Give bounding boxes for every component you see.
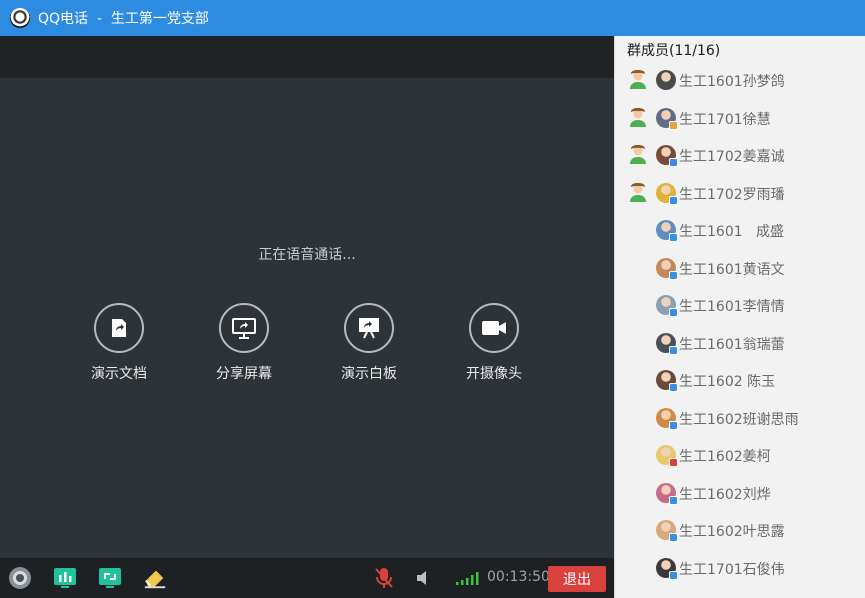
member-avatar xyxy=(656,558,678,580)
eraser-icon[interactable] xyxy=(143,566,167,590)
member-avatar xyxy=(656,220,678,242)
member-row[interactable]: 生工1601李情情 xyxy=(615,287,865,323)
member-name: 生工1601黄语文 xyxy=(679,262,785,278)
whiteboard-button[interactable]: 演示白板 xyxy=(324,303,414,383)
present-document-label: 演示文档 xyxy=(91,366,147,382)
device-badge-icon xyxy=(669,271,678,280)
member-name: 生工1602班谢思雨 xyxy=(679,412,799,428)
whiteboard-label: 演示白板 xyxy=(341,366,397,382)
call-area: 正在语音通话... 演示文档 分享屏幕 演示白板 开摄像头 xyxy=(0,36,614,598)
member-name: 生工1601翁瑞蕾 xyxy=(679,337,785,353)
member-row[interactable]: 生工1601黄语文 xyxy=(615,250,865,286)
member-row[interactable]: 生工1601 成盛 xyxy=(615,212,865,248)
member-name: 生工1602叶思露 xyxy=(679,524,785,540)
member-row[interactable]: 生工1601孙梦鸽 xyxy=(615,62,865,98)
member-name: 生工1602姜柯 xyxy=(679,449,771,465)
member-name: 生工1702罗雨璠 xyxy=(679,187,785,203)
device-badge-icon xyxy=(669,121,678,130)
call-actions: 演示文档 分享屏幕 演示白板 开摄像头 xyxy=(0,303,614,393)
call-timer: 00:13:50 xyxy=(487,569,550,585)
member-row[interactable]: 生工1702姜嘉诚 xyxy=(615,137,865,173)
device-badge-icon xyxy=(669,533,678,542)
camera-icon xyxy=(469,303,519,353)
online-user-icon xyxy=(630,183,646,202)
member-panel: 群成员(11/16) 生工1601孙梦鸽 生工1701徐慧 生工1702姜嘉诚 生工1… xyxy=(614,36,865,598)
member-row[interactable]: 生工1602叶思露 xyxy=(615,512,865,548)
member-row[interactable]: 生工1701石俊伟 xyxy=(615,550,865,586)
webcam-icon[interactable] xyxy=(8,566,32,590)
member-count-header: 群成员(11/16) xyxy=(627,43,721,59)
online-user-icon xyxy=(630,70,646,89)
member-avatar xyxy=(656,108,678,130)
share-screen-icon xyxy=(219,303,269,353)
member-name: 生工1602 陈玉 xyxy=(679,374,776,390)
device-badge-icon xyxy=(669,346,678,355)
qq-logo-icon xyxy=(10,8,30,28)
member-name: 生工1601孙梦鸽 xyxy=(679,74,785,90)
device-badge-icon xyxy=(669,196,678,205)
member-row[interactable]: 生工1602姜柯 xyxy=(615,437,865,473)
member-name: 生工1701徐慧 xyxy=(679,112,771,128)
call-status: 正在语音通话... xyxy=(258,247,356,263)
member-row[interactable]: 生工1702罗雨璠 xyxy=(615,175,865,211)
member-avatar xyxy=(656,145,678,167)
member-name: 生工1702姜嘉诚 xyxy=(679,149,785,165)
device-badge-icon xyxy=(669,233,678,242)
member-avatar xyxy=(656,183,678,205)
device-badge-icon xyxy=(669,308,678,317)
member-name: 生工1701石俊伟 xyxy=(679,562,785,578)
window-title: QQ电话 - 生工第一党支部 xyxy=(38,11,209,27)
open-camera-label: 开摄像头 xyxy=(466,366,522,382)
member-avatar xyxy=(656,333,678,355)
device-badge-icon xyxy=(669,421,678,430)
member-avatar xyxy=(656,295,678,317)
online-user-icon xyxy=(630,108,646,127)
screen-share-icon[interactable] xyxy=(98,566,122,590)
member-avatar xyxy=(656,483,678,505)
member-avatar xyxy=(656,408,678,430)
member-name: 生工1601李情情 xyxy=(679,299,785,315)
open-camera-button[interactable]: 开摄像头 xyxy=(449,303,539,383)
member-avatar xyxy=(656,445,678,467)
exit-button[interactable]: 退出 xyxy=(548,566,606,592)
share-screen-label: 分享屏幕 xyxy=(216,366,272,382)
device-badge-icon xyxy=(669,158,678,167)
speaker-icon[interactable] xyxy=(412,566,436,590)
member-name: 生工1601 成盛 xyxy=(679,224,784,240)
bottom-toolbar: 00:13:50 退出 xyxy=(0,558,614,598)
member-avatar xyxy=(656,70,676,90)
member-row[interactable]: 生工1701徐慧 xyxy=(615,100,865,136)
device-badge-icon xyxy=(669,496,678,505)
member-name: 生工1602刘烨 xyxy=(679,487,771,503)
avatar-image xyxy=(656,70,676,90)
stats-icon[interactable] xyxy=(53,566,77,590)
signal-icon xyxy=(455,566,481,590)
call-top-strip xyxy=(0,36,614,78)
member-row[interactable]: 生工1602刘烨 xyxy=(615,475,865,511)
whiteboard-icon xyxy=(344,303,394,353)
member-row[interactable]: 生工1601翁瑞蕾 xyxy=(615,325,865,361)
share-document-icon xyxy=(94,303,144,353)
device-badge-icon xyxy=(669,383,678,392)
member-avatar xyxy=(656,520,678,542)
device-badge-icon xyxy=(669,571,678,580)
member-row[interactable]: 生工1602班谢思雨 xyxy=(615,400,865,436)
online-user-icon xyxy=(630,145,646,164)
member-avatar xyxy=(656,258,678,280)
device-badge-icon xyxy=(669,458,678,467)
title-bar: QQ电话 - 生工第一党支部 xyxy=(0,0,865,36)
member-avatar xyxy=(656,370,678,392)
share-screen-button[interactable]: 分享屏幕 xyxy=(199,303,289,383)
mic-muted-icon[interactable] xyxy=(372,566,396,590)
present-document-button[interactable]: 演示文档 xyxy=(74,303,164,383)
member-row[interactable]: 生工1602 陈玉 xyxy=(615,362,865,398)
